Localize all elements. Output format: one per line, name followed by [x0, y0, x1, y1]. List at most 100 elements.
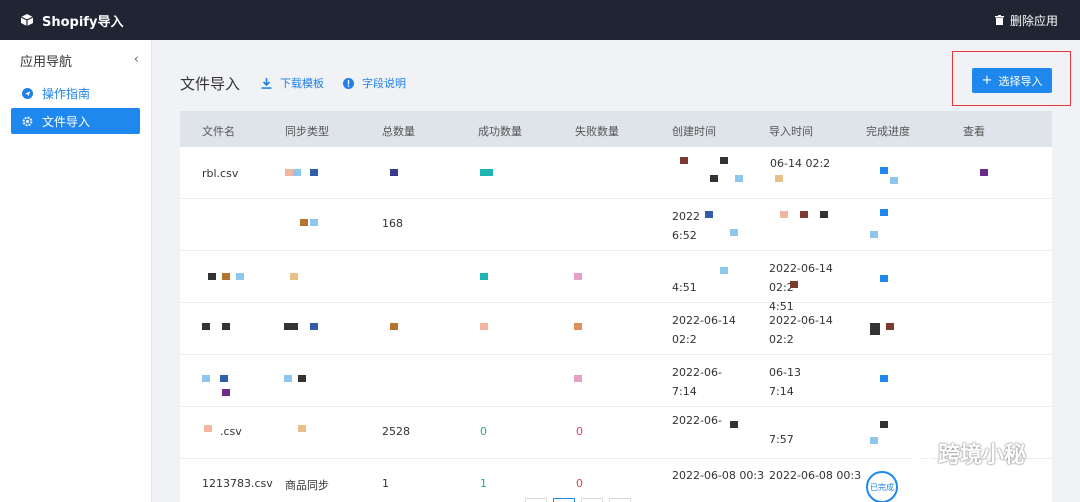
pager-next[interactable]: [609, 498, 631, 502]
cell-import-time: 06-13 7:14: [769, 363, 859, 401]
redacted-mark: [870, 437, 878, 444]
app-brand: Shopify导入: [20, 11, 123, 30]
sidebar: 应用导航 ‹ 操作指南 文件导入: [0, 40, 152, 502]
redacted-mark: [730, 229, 738, 236]
created-line-2: 7:14: [672, 385, 697, 398]
created-line-1: 2022-06-: [672, 366, 722, 379]
cell-file-name: .csv: [220, 425, 242, 438]
redacted-mark: [890, 177, 898, 184]
redacted-mark: [574, 323, 582, 330]
header-progress: 完成进度: [866, 125, 910, 138]
cell-import-time: 2022-06-08 00:3: [769, 469, 862, 482]
cell-file-name: rbl.csv: [202, 167, 239, 180]
redacted-mark: [236, 273, 244, 280]
redacted-mark: [222, 323, 230, 330]
sidebar-item-label: 操作指南: [42, 86, 91, 101]
cell-import-time: 2022-06-14 02:2: [769, 311, 859, 349]
redacted-mark: [720, 157, 728, 164]
wechat-icon: [906, 442, 932, 463]
redacted-mark: [880, 421, 888, 428]
plus-icon: +: [981, 73, 993, 88]
field-description-link[interactable]: 字段说明: [343, 75, 406, 91]
info-icon: [343, 77, 354, 89]
redacted-mark: [720, 267, 728, 274]
redacted-mark: [298, 375, 306, 382]
redacted-mark: [284, 375, 292, 382]
cell-total: 168: [382, 217, 403, 230]
redacted-mark: [298, 425, 306, 432]
redacted-mark: [735, 175, 743, 182]
imported-line-2: 7:14: [769, 385, 794, 398]
header-import-time: 导入时间: [769, 125, 813, 138]
app-title: Shopify导入: [42, 14, 124, 30]
redacted-mark: [220, 375, 228, 382]
pager-prev[interactable]: [525, 498, 547, 502]
cell-fail: 0: [576, 425, 583, 438]
redacted-mark: [870, 323, 880, 335]
cell-import-time: 7:57: [769, 411, 859, 449]
sidebar-item-guide[interactable]: 操作指南: [11, 80, 140, 106]
header-file-name: 文件名: [202, 125, 235, 138]
send-icon: [22, 87, 33, 99]
cell-success: 1: [480, 477, 487, 490]
redacted-mark: [290, 273, 298, 280]
main-content: 文件导入 下载模板 字段说明 + 选择导入 文件名 同步类型 总数量 成功数量 …: [152, 40, 1080, 502]
redacted-mark: [980, 169, 988, 176]
cell-created-time: 2022-06-: [672, 411, 762, 430]
redacted-mark: [730, 421, 738, 428]
cell-import-time: 06-14 02:2: [770, 157, 831, 170]
cell-success: 0: [480, 425, 487, 438]
delete-app-label: 删除应用: [1009, 13, 1058, 28]
download-template-link[interactable]: 下载模板: [261, 75, 324, 91]
redacted-mark: [870, 231, 878, 238]
table-row[interactable]: 4:51 2022-06-14 02:2 4:51: [180, 251, 1052, 313]
delete-app-button[interactable]: 删除应用: [994, 12, 1058, 29]
header-sync-type: 同步类型: [285, 125, 329, 138]
cell-sync-type: 商品同步: [285, 479, 329, 492]
cube-icon: [20, 14, 34, 26]
cell-file-name: 1213783.csv: [202, 477, 273, 490]
pager-page[interactable]: [553, 498, 575, 502]
sidebar-item-file-import[interactable]: 文件导入: [11, 108, 140, 134]
table-row[interactable]: rbl.csv 06-14 02:2: [180, 147, 1052, 199]
progress-circle: 已完成: [866, 471, 898, 502]
table-row[interactable]: 2022-06- 7:14 06-13 7:14: [180, 355, 1052, 407]
pager-page[interactable]: [581, 498, 603, 502]
sidebar-item-label: 文件导入: [42, 114, 91, 129]
redacted-mark: [222, 273, 230, 280]
created-line-1: 2022-06-14 02:2: [672, 314, 736, 346]
redacted-mark: [780, 211, 788, 218]
table-header: 文件名 同步类型 总数量 成功数量 失败数量 创建时间 导入时间 完成进度 查看: [180, 111, 1052, 147]
table-row[interactable]: 168 2022 6:52: [180, 199, 1052, 251]
redacted-mark: [310, 169, 318, 176]
trash-icon: [994, 15, 1004, 25]
redacted-mark: [880, 375, 888, 382]
created-line-2: 4:51: [672, 281, 697, 294]
created-line-1: 2022: [672, 210, 700, 223]
imported-line-1: 2022-06-14 02:2: [769, 314, 833, 346]
redacted-mark: [820, 211, 828, 218]
redacted-mark: [202, 323, 210, 330]
gear-icon: [22, 116, 33, 126]
cell-created-time: 2022-06-08 00:3: [672, 469, 765, 482]
chevron-left-icon[interactable]: ‹: [134, 52, 139, 67]
header-view: 查看: [963, 125, 985, 138]
header-fail: 失败数量: [575, 125, 619, 138]
cell-created-time: 4:51: [672, 259, 762, 297]
redacted-mark: [775, 175, 783, 182]
select-import-button[interactable]: + 选择导入: [972, 68, 1052, 93]
header-success: 成功数量: [478, 125, 522, 138]
cell-total: 2528: [382, 425, 410, 438]
sidebar-title: 应用导航: [20, 54, 73, 70]
redacted-mark: [204, 425, 212, 432]
select-import-label: 选择导入: [998, 74, 1043, 88]
page-title: 文件导入: [180, 75, 241, 93]
redacted-mark: [285, 169, 293, 176]
redacted-mark: [284, 323, 298, 330]
download-template-label: 下载模板: [280, 77, 324, 90]
cell-created-time: 2022 6:52: [672, 207, 762, 245]
redacted-mark: [390, 169, 398, 176]
table-row[interactable]: 2022-06-14 02:2 2022-06-14 02:2: [180, 303, 1052, 355]
cell-created-time: 2022-06-14 02:2: [672, 311, 762, 349]
redacted-mark: [790, 281, 798, 288]
